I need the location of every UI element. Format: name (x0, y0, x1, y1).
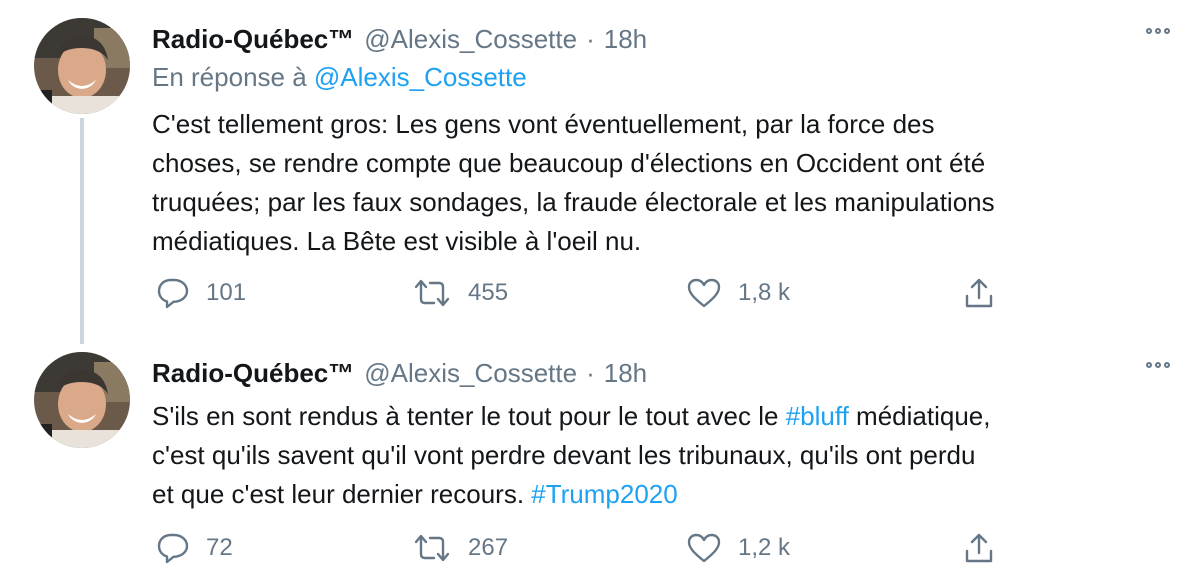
retweet-count: 267 (468, 534, 509, 561)
author-name[interactable]: Radio-Québec™ (152, 358, 354, 389)
retweet-count: 455 (468, 279, 509, 306)
separator-dot: · (586, 23, 595, 54)
tweet[interactable]: Radio-Québec™ @Alexis_Cossette · 18h En … (0, 0, 1200, 344)
tweet-text-line: et que c'est leur dernier recours. #Trum… (152, 475, 1162, 514)
tweet-text-line: C'est tellement gros: Les gens vont éven… (152, 109, 935, 139)
reply-count: 72 (206, 534, 233, 561)
reply-count: 101 (206, 279, 247, 306)
more-icon[interactable] (1146, 28, 1170, 34)
timestamp[interactable]: 18h (604, 358, 647, 389)
tweet-header: Radio-Québec™ @Alexis_Cossette · 18h (152, 22, 647, 56)
reply-prefix: En réponse à (152, 62, 307, 92)
timestamp[interactable]: 18h (604, 24, 647, 55)
tweet-text-line: truquées; par les faux sondages, la frau… (152, 187, 995, 217)
like-count: 1,2 k (738, 534, 791, 561)
hashtag-link[interactable]: #bluff (786, 401, 849, 431)
reply-button[interactable]: 72 (156, 528, 233, 568)
tweet-text-line: médiatiques. La Bête est visible à l'oei… (152, 226, 642, 256)
tweet-text-line: S'ils en sont rendus à tenter le tout po… (152, 397, 1162, 436)
text-segment: médiatique, (848, 401, 991, 431)
author-handle[interactable]: @Alexis_Cossette (364, 24, 577, 55)
reply-icon (157, 533, 189, 564)
tweet-header: Radio-Québec™ @Alexis_Cossette · 18h (152, 356, 647, 390)
action-bar: 101 455 1,8 k (0, 273, 1200, 313)
retweet-icon (414, 534, 450, 562)
retweet-icon (414, 279, 450, 307)
avatar[interactable] (34, 18, 130, 114)
text-segment: et que c'est leur dernier recours. (152, 479, 532, 509)
author-handle[interactable]: @Alexis_Cossette (364, 358, 577, 389)
reply-icon (157, 278, 189, 309)
action-bar: 72 267 1,2 k (0, 528, 1200, 568)
tweet[interactable]: Radio-Québec™ @Alexis_Cossette · 18h S'i… (0, 340, 1200, 578)
like-icon (687, 533, 721, 563)
reply-context: En réponse à @Alexis_Cossette (152, 62, 527, 93)
tweet-text: S'ils en sont rendus à tenter le tout po… (152, 397, 1162, 514)
tweet-text-line: c'est qu'ils savent qu'il vont perdre de… (152, 440, 976, 470)
more-icon[interactable] (1146, 362, 1170, 368)
separator-dot: · (586, 357, 595, 388)
text-segment: S'ils en sont rendus à tenter le tout po… (152, 401, 786, 431)
share-button[interactable] (962, 273, 996, 313)
hashtag-link[interactable]: #Trump2020 (531, 479, 677, 509)
tweet-text: C'est tellement gros: Les gens vont éven… (152, 105, 1162, 261)
share-icon (965, 278, 993, 308)
retweet-button[interactable]: 267 (412, 528, 508, 568)
tweet-text-line: choses, se rendre compte que beaucoup d'… (152, 148, 986, 178)
share-button[interactable] (962, 528, 996, 568)
author-name[interactable]: Radio-Québec™ (152, 24, 354, 55)
retweet-button[interactable]: 455 (412, 273, 508, 313)
like-icon (687, 278, 721, 308)
reply-to-handle[interactable]: @Alexis_Cossette (314, 62, 527, 92)
reply-button[interactable]: 101 (156, 273, 246, 313)
share-icon (965, 533, 993, 563)
like-count: 1,8 k (738, 279, 791, 306)
avatar[interactable] (34, 352, 130, 448)
like-button[interactable]: 1,8 k (686, 273, 790, 313)
like-button[interactable]: 1,2 k (686, 528, 790, 568)
